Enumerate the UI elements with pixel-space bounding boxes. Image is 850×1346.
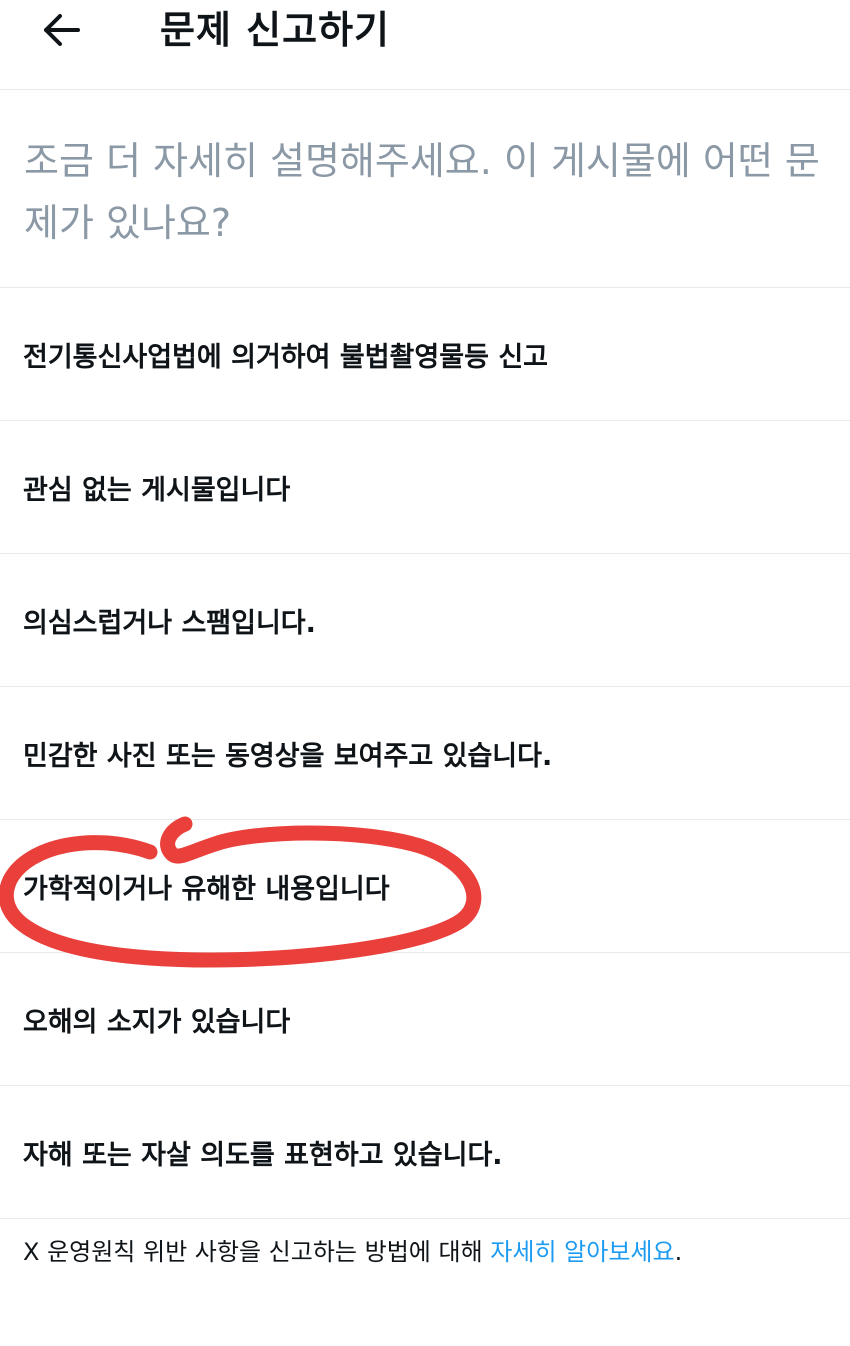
report-option-spam[interactable]: 의심스럽거나 스팸입니다. xyxy=(0,554,850,687)
option-label: 의심스럽거나 스팸입니다. xyxy=(23,607,316,639)
page-title: 문제 신고하기 xyxy=(160,8,390,52)
footer-text: X 운영원칙 위반 사항을 신고하는 방법에 대해 xyxy=(23,1238,491,1266)
report-option-self-harm[interactable]: 자해 또는 자살 의도를 표현하고 있습니다. xyxy=(0,1086,850,1219)
option-label: 가학적이거나 유해한 내용입니다 xyxy=(23,873,390,905)
report-option-illegal-filming[interactable]: 전기통신사업법에 의거하여 불법촬영물등 신고 xyxy=(0,288,850,421)
report-option-misleading[interactable]: 오해의 소지가 있습니다 xyxy=(0,953,850,1086)
report-option-abusive-harmful[interactable]: 가학적이거나 유해한 내용입니다 xyxy=(0,820,850,953)
learn-more-link[interactable]: 자세히 알아보세요 xyxy=(490,1238,674,1266)
prompt-section: 조금 더 자세히 설명해주세요. 이 게시물에 어떤 문제가 있나요? xyxy=(0,90,850,288)
option-label: 전기통신사업법에 의거하여 불법촬영물등 신고 xyxy=(23,341,548,373)
arrow-left-icon xyxy=(44,14,80,46)
back-button[interactable] xyxy=(34,6,90,54)
report-options-list: 전기통신사업법에 의거하여 불법촬영물등 신고 관심 없는 게시물입니다 의심스… xyxy=(0,288,850,1219)
option-label: 오해의 소지가 있습니다 xyxy=(23,1006,291,1038)
option-label: 민감한 사진 또는 동영상을 보여주고 있습니다. xyxy=(23,740,553,772)
option-label: 자해 또는 자살 의도를 표현하고 있습니다. xyxy=(23,1139,503,1171)
footer-suffix: . xyxy=(674,1238,683,1266)
option-label: 관심 없는 게시물입니다 xyxy=(23,474,291,506)
footer-help-text: X 운영원칙 위반 사항을 신고하는 방법에 대해 자세히 알아보세요. xyxy=(23,1232,682,1267)
report-option-not-interested[interactable]: 관심 없는 게시물입니다 xyxy=(0,421,850,554)
header: 문제 신고하기 xyxy=(0,0,850,90)
report-option-sensitive-media[interactable]: 민감한 사진 또는 동영상을 보여주고 있습니다. xyxy=(0,687,850,820)
prompt-text: 조금 더 자세히 설명해주세요. 이 게시물에 어떤 문제가 있나요? xyxy=(24,139,820,245)
